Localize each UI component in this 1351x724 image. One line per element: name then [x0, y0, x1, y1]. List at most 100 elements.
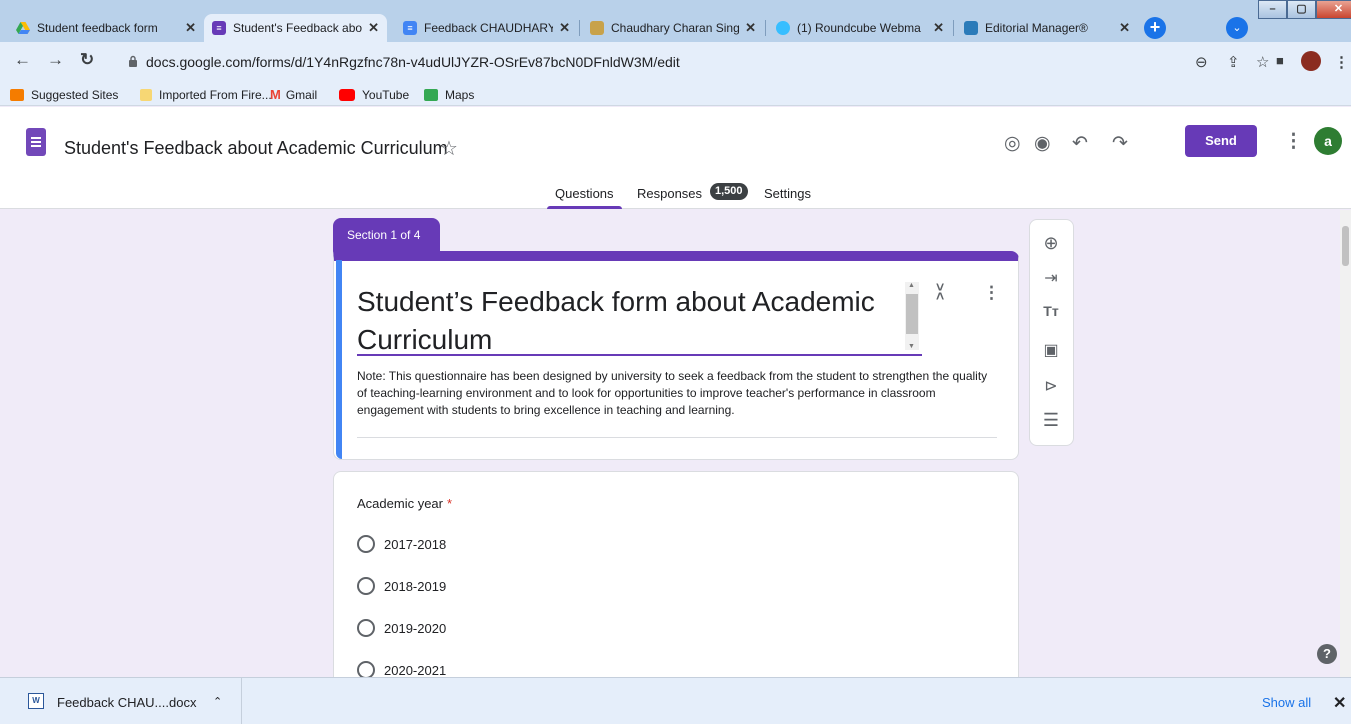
tab-title: Student's Feedback abo: [233, 21, 363, 35]
side-panel-icon[interactable]: ■: [1276, 53, 1284, 68]
shelf-divider: [241, 678, 242, 724]
import-questions-icon[interactable]: ⇥: [1037, 268, 1065, 288]
title-scrollbar[interactable]: ▲ ▼: [905, 282, 919, 350]
page-scrollbar-thumb[interactable]: [1342, 226, 1349, 266]
download-file-name[interactable]: Feedback CHAU....docx: [57, 695, 196, 710]
close-shelf-icon[interactable]: ✕: [1333, 693, 1346, 713]
share-icon[interactable]: ⇪: [1227, 53, 1240, 71]
zoom-icon[interactable]: ⊖: [1195, 53, 1208, 71]
account-avatar[interactable]: a: [1314, 127, 1342, 155]
palette-icon[interactable]: ◎: [1004, 132, 1021, 155]
radio-circle-icon[interactable]: [357, 619, 375, 637]
close-tab-icon[interactable]: ✕: [368, 20, 379, 36]
bookmark-imported-folder[interactable]: Imported From Fire...: [140, 88, 272, 102]
collapse-section-icon[interactable]: ˅ ˄: [936, 280, 944, 303]
url-text: docs.google.com/forms/d/1Y4nRgzfnc78n-v4…: [146, 54, 680, 70]
browser-tab-forms-active[interactable]: ≡ Student's Feedback abo ✕: [204, 14, 387, 42]
option-label: 2017-2018: [384, 536, 447, 552]
close-tab-icon[interactable]: ✕: [185, 20, 196, 36]
bookmark-gmail[interactable]: M Gmail: [270, 88, 317, 102]
close-tab-icon[interactable]: ✕: [745, 20, 756, 36]
bookmark-maps[interactable]: Maps: [424, 88, 474, 102]
bookmark-suggested-sites[interactable]: Suggested Sites: [10, 88, 118, 102]
help-icon[interactable]: ?: [1317, 644, 1337, 664]
chevron-up-icon[interactable]: ⌃: [213, 695, 222, 708]
window-close-button[interactable]: ✕: [1316, 0, 1351, 19]
bookmark-label: YouTube: [362, 88, 410, 102]
form-description-input[interactable]: Note: This questionnaire has been design…: [357, 368, 997, 419]
bookmark-youtube[interactable]: YouTube: [339, 88, 409, 102]
bookmark-label: Suggested Sites: [31, 88, 119, 102]
selected-card-indicator: [336, 260, 342, 459]
google-forms-icon[interactable]: [26, 128, 46, 156]
radio-circle-icon[interactable]: [357, 535, 375, 553]
tab-separator: [953, 20, 954, 36]
youtube-icon: [339, 89, 355, 101]
close-tab-icon[interactable]: ✕: [559, 20, 570, 36]
responses-count-badge: 1,500: [710, 183, 748, 200]
question-title: Academic year: [357, 496, 443, 511]
back-button[interactable]: ←: [14, 50, 31, 70]
scrollbar-thumb[interactable]: [906, 294, 918, 334]
scroll-up-arrow[interactable]: ▲: [908, 282, 915, 289]
tab-settings[interactable]: Settings: [764, 186, 811, 201]
close-tab-icon[interactable]: ✕: [1119, 20, 1130, 36]
add-section-icon[interactable]: ☰: [1037, 410, 1065, 431]
more-options-icon[interactable]: ⋮: [1284, 130, 1303, 153]
tab-questions[interactable]: Questions: [547, 186, 622, 209]
gmail-icon: M: [270, 87, 281, 102]
browser-tab-university[interactable]: Chaudhary Charan Sing ✕: [582, 14, 764, 42]
minimize-button[interactable]: –: [1258, 0, 1287, 19]
preview-eye-icon[interactable]: ◉: [1034, 132, 1051, 155]
radio-circle-icon[interactable]: [357, 577, 375, 595]
show-all-downloads-button[interactable]: Show all: [1262, 695, 1311, 710]
required-asterisk: *: [446, 496, 453, 511]
browser-tab-feedback-doc[interactable]: ≡ Feedback CHAUDHARY ✕: [395, 14, 578, 42]
bookmark-label: Maps: [445, 88, 475, 102]
form-document-title[interactable]: Student's Feedback about Academic Curric…: [64, 138, 448, 159]
maximize-button[interactable]: ▢: [1287, 0, 1316, 19]
bookmark-star-icon[interactable]: ☆: [1256, 53, 1269, 71]
google-docs-icon: ≡: [403, 21, 417, 35]
tab-responses[interactable]: Responses: [637, 186, 702, 201]
description-underline: [357, 437, 997, 438]
scroll-down-arrow[interactable]: ▼: [908, 343, 915, 350]
redo-icon[interactable]: ↷: [1112, 132, 1128, 155]
browser-tab-editorial-manager[interactable]: Editorial Manager® ✕: [956, 14, 1138, 42]
send-button[interactable]: Send: [1185, 125, 1257, 157]
close-tab-icon[interactable]: ✕: [933, 20, 944, 36]
window-controls: – ▢ ✕: [1258, 0, 1351, 20]
option-row[interactable]: 2017-2018: [357, 535, 446, 553]
page-scrollbar[interactable]: [1340, 210, 1351, 677]
suggested-sites-icon: [10, 89, 24, 101]
browser-tab-student-feedback-form[interactable]: Student feedback form ✕: [8, 14, 204, 42]
tab-separator: [579, 20, 580, 36]
add-image-icon[interactable]: ▣: [1037, 340, 1065, 360]
reload-button[interactable]: ↻: [80, 50, 94, 70]
option-label: 2018-2019: [384, 578, 447, 594]
editorial-manager-icon: [964, 21, 978, 35]
question-label: Academic year *: [357, 496, 452, 511]
browser-menu-icon[interactable]: ⋮: [1334, 53, 1349, 71]
star-icon[interactable]: ☆: [440, 136, 458, 161]
option-row[interactable]: 2019-2020: [357, 619, 446, 637]
folder-icon: [140, 89, 152, 101]
section-more-icon[interactable]: ⋮: [983, 283, 1000, 303]
maps-icon: [424, 89, 438, 101]
bookmark-label: Gmail: [285, 88, 318, 102]
roundcube-icon: [776, 21, 790, 35]
browser-tab-roundcube[interactable]: (1) Roundcube Webma ✕: [768, 14, 952, 42]
undo-icon[interactable]: ↶: [1072, 132, 1088, 155]
form-title-input[interactable]: Student’s Feedback form about Academic C…: [357, 283, 917, 359]
forward-button[interactable]: →: [47, 50, 64, 70]
tab-search-button[interactable]: ⌄: [1226, 17, 1248, 39]
option-row[interactable]: 2018-2019: [357, 577, 446, 595]
tab-separator: [765, 20, 766, 36]
profile-avatar[interactable]: [1301, 51, 1321, 71]
word-document-icon: W: [28, 693, 44, 709]
new-tab-button[interactable]: +: [1144, 17, 1166, 39]
add-video-icon[interactable]: ⊳: [1037, 376, 1065, 396]
add-question-icon[interactable]: ⊕: [1037, 233, 1065, 254]
add-title-icon[interactable]: Tт: [1037, 303, 1065, 319]
lock-icon: [129, 55, 137, 67]
